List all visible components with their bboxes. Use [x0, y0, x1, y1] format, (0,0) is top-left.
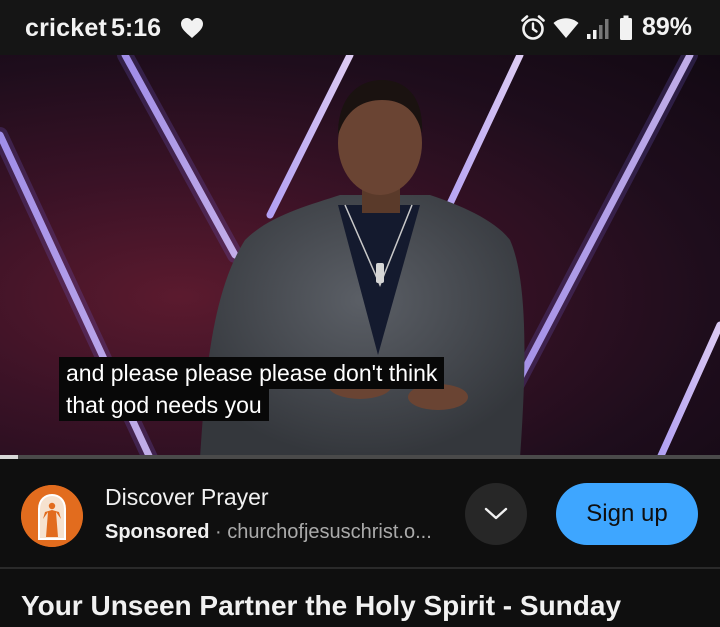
divider: [0, 567, 720, 569]
clock-time: 5:16: [111, 14, 162, 42]
carrier-name: cricket: [25, 14, 108, 42]
video-title[interactable]: Your Unseen Partner the Holy Spirit - Su…: [21, 590, 621, 622]
alarm-icon: [521, 14, 545, 40]
ad-meta: Sponsored · churchofjesuschrist.o...: [105, 521, 432, 544]
sponsored-label: Sponsored: [105, 521, 210, 543]
caption-line: that god needs you: [59, 389, 269, 421]
ad-title[interactable]: Discover Prayer: [105, 484, 269, 511]
battery-percent: 89%: [641, 13, 692, 41]
signal-icon: [586, 18, 609, 39]
ad-logo[interactable]: [21, 485, 83, 547]
heart-icon: [181, 18, 203, 38]
caption-line: and please please please don't think: [59, 357, 445, 389]
meta-separator: ·: [215, 521, 222, 543]
caption-box: and please please please don't think tha…: [59, 357, 445, 421]
battery-icon: [619, 15, 632, 40]
expand-ad-button[interactable]: [465, 483, 527, 545]
wifi-icon: [553, 17, 579, 38]
christus-statue-icon: [21, 485, 83, 547]
video-player[interactable]: and please please please don't think tha…: [0, 55, 720, 458]
sign-up-button[interactable]: Sign up: [556, 483, 698, 545]
sponsored-ad[interactable]: Discover Prayer Sponsored · churchofjesu…: [0, 459, 720, 567]
status-bar: cricket 5:16 89%: [0, 0, 720, 55]
chevron-down-icon: [484, 507, 508, 520]
ad-domain: churchofjesuschrist.o...: [227, 521, 432, 543]
